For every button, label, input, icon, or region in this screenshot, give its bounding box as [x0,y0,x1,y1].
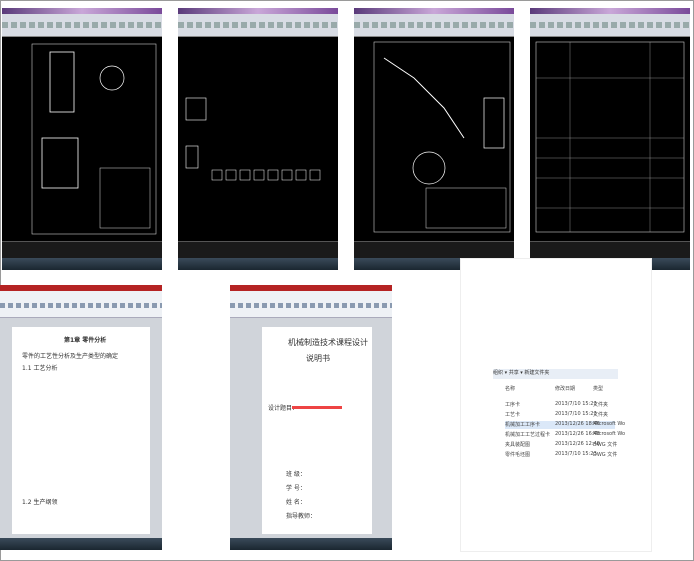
doc-line: 1.1 工艺分析 [22,365,58,372]
col-type[interactable]: 类型 [593,385,603,392]
doc-title: 机械制造技术课程设计 [288,338,368,347]
cad-window-1 [2,8,162,270]
document-page: 机械制造技术课程设计 说明书 设计题目： 班 级： 学 号： 姓 名： 指导教师… [262,327,372,534]
field-id: 学 号： [286,485,306,492]
file-row[interactable]: 工艺卡 2013/7/10 15:23 文件夹 [505,411,615,419]
col-date[interactable]: 修改日期 [555,385,575,392]
cad-window-3 [354,8,514,270]
doc-heading: 第1章 零件分析 [64,337,107,344]
explorer-toolbar: 组织 ▾ 共享 ▾ 新建文件夹 [493,369,618,379]
topic-text [292,406,342,409]
document-page: 第1章 零件分析 零件的工艺性分析及生产类型的确定 1.1 工艺分析 1.2 生… [12,327,150,534]
file-row[interactable]: 机械加工工艺过程卡 2013/12/26 16:48 Microsoft Wo [505,431,625,439]
cad-window-2 [178,8,338,270]
field-class: 班 级： [286,471,306,478]
word-window-left: 第1章 零件分析 零件的工艺性分析及生产类型的确定 1.1 工艺分析 1.2 生… [0,285,162,550]
word-window-right: 机械制造技术课程设计 说明书 设计题目： 班 级： 学 号： 姓 名： 指导教师… [230,285,392,550]
doc-line: 1.2 生产纲领 [22,499,58,506]
file-row[interactable]: 机械加工工序卡 2013/12/26 18:46 Microsoft Wo [505,421,625,429]
file-row[interactable]: 夹具装配图 2013/12/26 12:48 DWG 文件 [505,441,617,449]
doc-subtitle: 说明书 [306,354,330,363]
file-explorer: 组织 ▾ 共享 ▾ 新建文件夹 名称 修改日期 类型 工序卡 2013/7/10 15… [460,258,652,552]
file-row[interactable]: 零件毛坯图 2013/7/10 15:23 DWG 文件 [505,451,617,459]
col-name[interactable]: 名称 [505,386,515,392]
organize-button[interactable]: 组织 ▾ [493,370,507,376]
share-button[interactable]: 共享 ▾ [509,370,523,376]
cad-window-4 [530,8,690,270]
field-name: 姓 名： [286,499,306,506]
field-teacher: 指导教师： [286,513,317,520]
file-row[interactable]: 工序卡 2013/7/10 15:23 文件夹 [505,401,615,409]
new-folder-button[interactable]: 新建文件夹 [524,370,549,376]
doc-line: 零件的工艺性分析及生产类型的确定 [22,353,119,360]
